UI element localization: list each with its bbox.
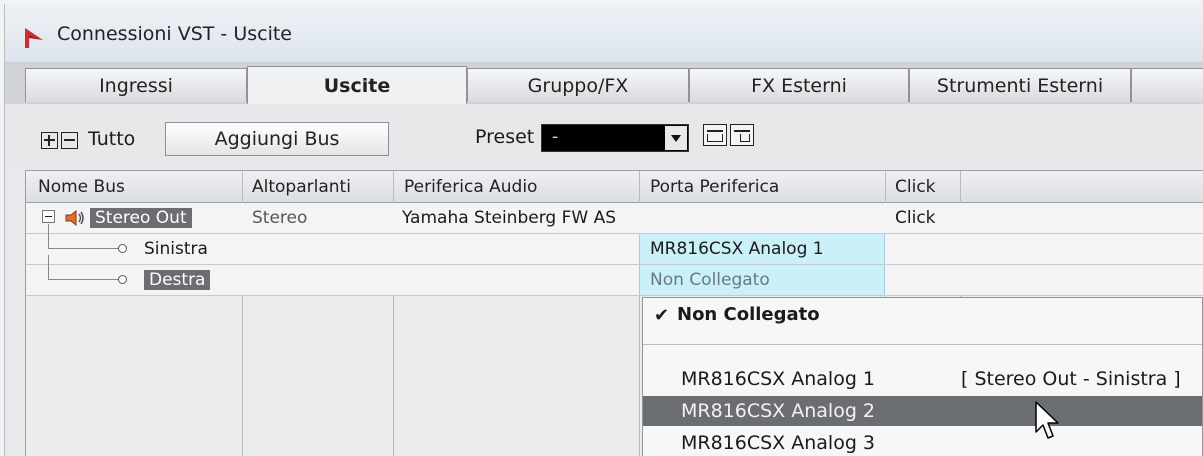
tab-fx-esterni[interactable]: FX Esterni — [689, 68, 909, 102]
port-connector-icon — [118, 244, 127, 253]
table-row-stereo-out[interactable]: Stereo Out Stereo Yamaha Steinberg FW AS… — [26, 203, 1203, 234]
tab-uscite[interactable]: Uscite — [247, 66, 467, 104]
preset-label: Preset — [475, 126, 535, 148]
all-label: Tutto — [88, 128, 136, 150]
device-port-value[interactable]: MR816CSX Analog 1 — [650, 239, 824, 259]
add-bus-button[interactable]: Aggiungi Bus — [165, 122, 389, 156]
header-nome-bus: Nome Bus — [38, 177, 125, 197]
header-periferica-audio: Periferica Audio — [404, 177, 538, 197]
header-porta-periferica: Porta Periferica — [650, 177, 780, 197]
mouse-pointer-icon — [1035, 401, 1059, 439]
menu-separator — [643, 344, 1202, 345]
store-preset-icon[interactable] — [703, 124, 727, 146]
collapse-icon[interactable] — [42, 210, 55, 223]
expand-all-icon[interactable] — [41, 132, 58, 149]
header-click: Click — [895, 177, 936, 197]
tab-ingressi[interactable]: Ingressi — [25, 68, 247, 102]
collapse-all-icon[interactable] — [61, 132, 78, 149]
table-row-sinistra[interactable]: Sinistra MR816CSX Analog 1 — [26, 224, 1203, 265]
tab-gruppo-fx[interactable]: Gruppo/FX — [467, 68, 689, 102]
tab-strumenti-esterni[interactable]: Strumenti Esterni — [909, 68, 1131, 102]
check-icon: ✔ — [654, 305, 670, 326]
header-altoparlanti: Altoparlanti — [252, 177, 351, 197]
tab-more[interactable] — [1131, 68, 1203, 102]
remove-preset-icon[interactable] — [730, 124, 754, 146]
bus-channel-name[interactable]: Destra — [144, 270, 211, 290]
dropdown-item-analog-3[interactable]: MR816CSX Analog 3 — [643, 428, 1202, 456]
click-value[interactable]: Click — [895, 208, 936, 228]
assignment-label: [ Stereo Out - Sinistra ] — [961, 368, 1181, 390]
preset-select[interactable]: - — [541, 124, 689, 152]
preset-value: - — [552, 127, 559, 147]
speakers-value[interactable]: Stereo — [252, 208, 307, 228]
speaker-icon — [65, 209, 84, 227]
port-dropdown-menu: ✔ Non Collegato MR816CSX Analog 1 [ Ster… — [642, 297, 1203, 456]
port-connector-icon — [118, 275, 127, 284]
expand-collapse-controls — [41, 132, 78, 152]
dropdown-item-analog-1[interactable]: MR816CSX Analog 1 [ Stereo Out - Sinistr… — [643, 364, 1202, 394]
tab-bar: Ingressi Uscite Gruppo/FX FX Esterni Str… — [5, 62, 1203, 105]
dropdown-item-non-collegato[interactable]: ✔ Non Collegato — [643, 300, 1202, 330]
table-header: Nome Bus Altoparlanti Periferica Audio P… — [26, 171, 1203, 203]
dropdown-item-analog-2[interactable]: MR816CSX Analog 2 — [643, 396, 1202, 426]
steinberg-logo-icon — [25, 28, 43, 48]
bus-channel-name[interactable]: Sinistra — [144, 239, 208, 259]
toolbar: Tutto Aggiungi Bus Preset - — [5, 104, 1203, 170]
audio-device-value[interactable]: Yamaha Steinberg FW AS — [402, 208, 637, 228]
device-port-value[interactable]: Non Collegato — [650, 270, 770, 290]
bus-name[interactable]: Stereo Out — [90, 208, 192, 228]
window-title: Connessioni VST - Uscite — [57, 23, 292, 45]
title-bar: Connessioni VST - Uscite — [5, 4, 1203, 62]
vst-connections-window: Connessioni VST - Uscite Ingressi Uscite… — [4, 4, 1203, 456]
chevron-down-icon[interactable] — [665, 126, 687, 150]
table-row-destra[interactable]: Destra Non Collegato — [26, 255, 1203, 296]
